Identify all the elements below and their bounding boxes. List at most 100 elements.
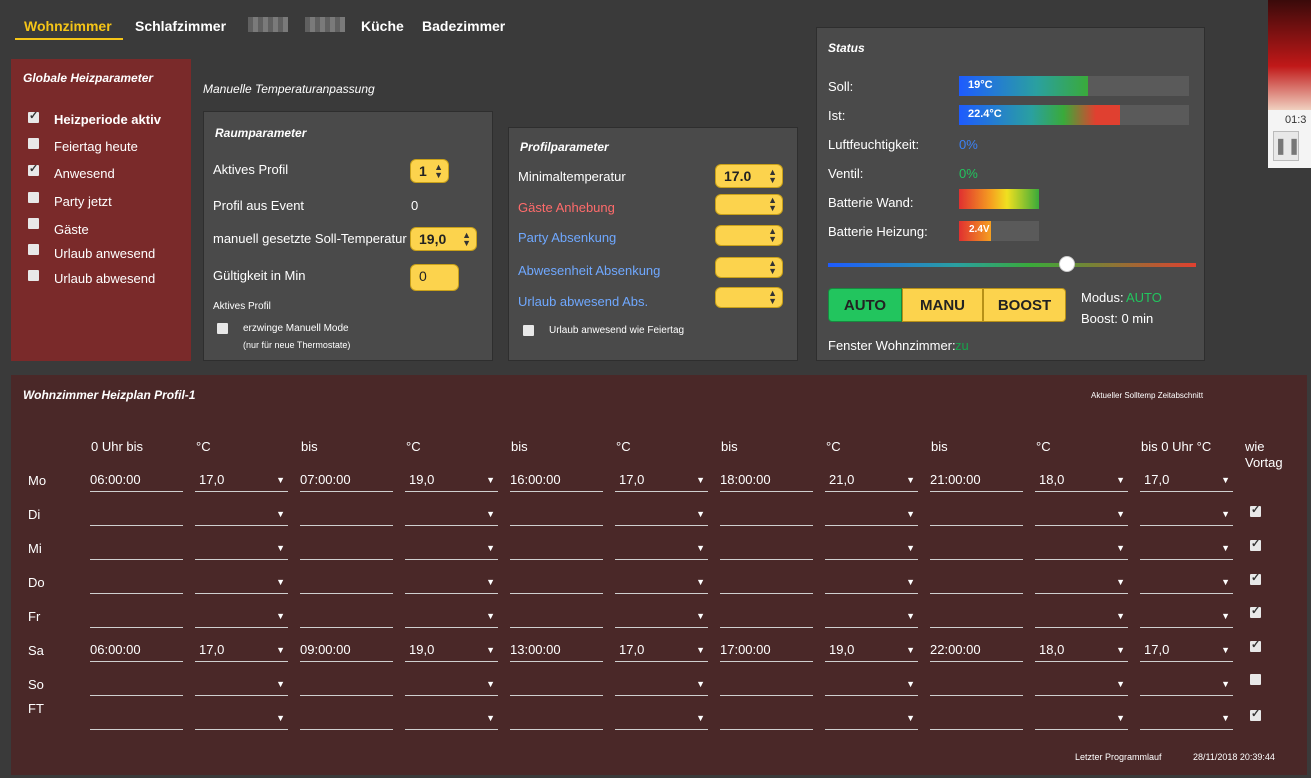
time-input[interactable] [720, 540, 813, 560]
temp-select[interactable] [825, 574, 918, 594]
time-input[interactable] [930, 540, 1023, 560]
temp-select[interactable]: 19,0 [405, 472, 498, 492]
temp-select[interactable] [195, 506, 288, 526]
time-input[interactable] [930, 676, 1023, 696]
guests-select[interactable]: ▲ ▼ [715, 194, 783, 215]
temp-select[interactable]: 17,0 [615, 472, 708, 492]
blurred-tab[interactable] [248, 17, 288, 32]
temp-select[interactable] [1035, 608, 1128, 628]
temp-select[interactable]: 18,0 [1035, 472, 1128, 492]
time-input[interactable] [510, 506, 603, 526]
same-as-previous-checkbox[interactable] [1250, 537, 1261, 551]
temp-select[interactable] [825, 608, 918, 628]
temp-select[interactable] [615, 676, 708, 696]
time-input[interactable] [300, 676, 393, 696]
force-manual-checkbox[interactable] [217, 323, 228, 334]
temp-select[interactable] [825, 710, 918, 730]
temp-select[interactable] [195, 710, 288, 730]
time-input[interactable] [510, 608, 603, 628]
same-as-previous-checkbox[interactable] [1250, 707, 1261, 721]
time-input[interactable]: 18:00:00 [720, 472, 813, 492]
manu-button[interactable]: MANU [902, 288, 983, 322]
time-input[interactable]: 09:00:00 [300, 642, 393, 662]
time-input[interactable] [90, 574, 183, 594]
temp-select[interactable] [615, 574, 708, 594]
time-input[interactable]: 06:00:00 [90, 472, 183, 492]
temp-select[interactable] [1035, 676, 1128, 696]
pause-icon[interactable]: ❚❚ [1273, 131, 1301, 161]
time-input[interactable] [90, 676, 183, 696]
time-input[interactable]: 21:00:00 [930, 472, 1023, 492]
temp-select[interactable] [1140, 574, 1233, 594]
temp-select[interactable] [195, 540, 288, 560]
time-input[interactable]: 17:00:00 [720, 642, 813, 662]
same-as-previous-checkbox[interactable] [1250, 503, 1261, 517]
temp-select[interactable] [1035, 540, 1128, 560]
same-as-previous-checkbox[interactable] [1250, 604, 1261, 618]
active-profile-select[interactable]: 1 ▲ ▼ [410, 159, 449, 183]
temp-select[interactable] [825, 506, 918, 526]
temp-select[interactable] [195, 574, 288, 594]
time-input[interactable] [930, 506, 1023, 526]
time-input[interactable] [300, 710, 393, 730]
temp-select[interactable] [615, 540, 708, 560]
temp-select[interactable] [615, 710, 708, 730]
urlaub-abwesend-checkbox[interactable] [28, 270, 39, 281]
boost-button[interactable]: BOOST [983, 288, 1066, 322]
time-input[interactable] [720, 676, 813, 696]
time-input[interactable] [300, 540, 393, 560]
temp-select[interactable] [615, 506, 708, 526]
time-input[interactable] [720, 608, 813, 628]
tab-badezimmer[interactable]: Badezimmer [422, 18, 505, 34]
time-input[interactable] [300, 574, 393, 594]
temp-select[interactable]: 19,0 [825, 642, 918, 662]
tab-kueche[interactable]: Küche [361, 18, 404, 34]
temp-select[interactable] [405, 506, 498, 526]
time-input[interactable] [90, 710, 183, 730]
time-input[interactable] [510, 710, 603, 730]
time-input[interactable] [930, 710, 1023, 730]
time-input[interactable] [90, 608, 183, 628]
temp-select[interactable] [615, 608, 708, 628]
auto-button[interactable]: AUTO [828, 288, 902, 322]
time-input[interactable]: 16:00:00 [510, 472, 603, 492]
vacation-holiday-checkbox[interactable] [523, 325, 534, 336]
validity-input[interactable]: 0 [410, 264, 459, 291]
time-input[interactable] [90, 540, 183, 560]
temp-select[interactable] [1140, 676, 1233, 696]
absence-select[interactable]: ▲ ▼ [715, 257, 783, 278]
temp-select[interactable]: 17,0 [1140, 642, 1233, 662]
temp-select[interactable]: 21,0 [825, 472, 918, 492]
temp-select[interactable] [1035, 506, 1128, 526]
temp-select[interactable] [825, 540, 918, 560]
temp-select[interactable]: 18,0 [1035, 642, 1128, 662]
temp-select[interactable] [1140, 710, 1233, 730]
party-select[interactable]: ▲ ▼ [715, 225, 783, 246]
temp-select[interactable] [1035, 710, 1128, 730]
temp-select[interactable] [195, 676, 288, 696]
time-input[interactable] [720, 574, 813, 594]
temp-select[interactable] [405, 710, 498, 730]
temp-select[interactable] [405, 574, 498, 594]
vacation-select[interactable]: ▲ ▼ [715, 287, 783, 308]
temp-select[interactable] [1140, 540, 1233, 560]
temp-select[interactable]: 17,0 [615, 642, 708, 662]
time-input[interactable]: 07:00:00 [300, 472, 393, 492]
time-input[interactable] [90, 506, 183, 526]
tab-schlafzimmer[interactable]: Schlafzimmer [135, 18, 226, 34]
temp-select[interactable]: 17,0 [1140, 472, 1233, 492]
temp-select[interactable] [195, 608, 288, 628]
gaeste-checkbox[interactable] [28, 218, 39, 229]
temp-select[interactable]: 17,0 [195, 642, 288, 662]
tab-wohnzimmer[interactable]: Wohnzimmer [24, 18, 112, 34]
time-input[interactable] [300, 608, 393, 628]
temp-select[interactable] [405, 540, 498, 560]
feiertag-checkbox[interactable] [28, 138, 39, 149]
manual-temp-select[interactable]: 19,0 ▲ ▼ [410, 227, 477, 251]
temp-select[interactable]: 17,0 [195, 472, 288, 492]
temp-select[interactable]: 19,0 [405, 642, 498, 662]
urlaub-anwesend-checkbox[interactable] [28, 244, 39, 255]
min-temp-select[interactable]: 17.0 ▲ ▼ [715, 164, 783, 188]
party-checkbox[interactable] [28, 192, 39, 203]
temp-select[interactable] [1140, 608, 1233, 628]
